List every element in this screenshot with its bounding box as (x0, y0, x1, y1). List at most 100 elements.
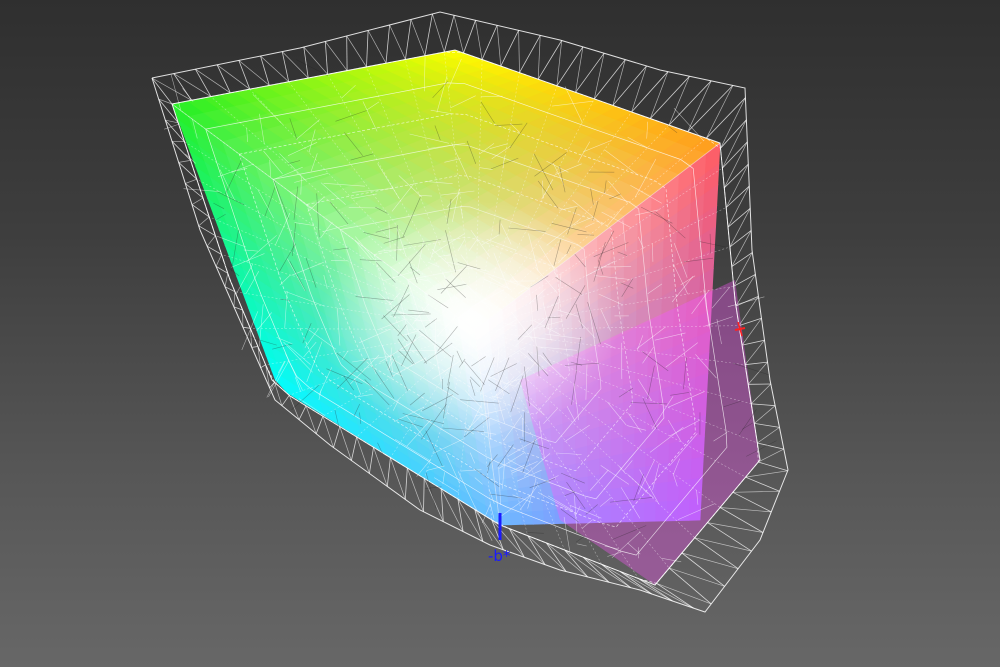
wire-segment (233, 291, 236, 307)
wire-segment (725, 185, 750, 208)
mesh-edge (296, 59, 329, 77)
wire-segment (191, 204, 210, 218)
wire-segment (738, 317, 762, 326)
wire-segment (260, 364, 266, 369)
wire-segment (694, 537, 739, 570)
wire-segment (723, 141, 748, 188)
wire-segment (751, 403, 776, 407)
wire-segment (729, 230, 752, 248)
wire-segment (185, 178, 197, 184)
wire-segment (754, 423, 780, 428)
wire-segment (178, 160, 191, 163)
wire-segment (649, 71, 669, 119)
wire-segment (727, 186, 750, 228)
wire-segment (727, 207, 751, 228)
wire-segment (694, 537, 752, 552)
wire-segment (638, 578, 694, 609)
wire-segment (745, 476, 780, 492)
wire-segment (496, 25, 502, 67)
wire-segment (281, 51, 290, 82)
wire-segment (650, 76, 690, 119)
minus-b-axis-label: -b* (488, 547, 511, 565)
wire-segment (405, 19, 412, 60)
white-point-glow (320, 200, 620, 440)
wire-segment (367, 30, 387, 64)
wire-segment (556, 46, 584, 87)
wire-segment (706, 97, 746, 139)
wire-segment (325, 41, 348, 71)
wire-segment (366, 30, 369, 67)
wire-segment (519, 35, 541, 73)
wire-segment (324, 41, 328, 75)
wire-segment (423, 478, 425, 512)
wire-segment (386, 457, 391, 487)
wire-segment (706, 85, 734, 139)
wire-segment (191, 197, 204, 205)
wire-segment (351, 436, 358, 461)
gamut-3d-viewport[interactable]: -b* (0, 0, 1000, 667)
wire-segment (389, 24, 406, 60)
wire-segment (687, 80, 712, 132)
wire-segment (669, 567, 725, 587)
wire-segment (668, 80, 712, 126)
wire-segment (518, 30, 520, 73)
wire-segment (735, 274, 756, 307)
wire-segment (385, 24, 390, 64)
wire-segment (424, 13, 433, 56)
wire-segment (656, 582, 694, 609)
wire-segment (668, 76, 690, 126)
wire-segment (687, 85, 734, 132)
wire-segment (453, 15, 464, 54)
wire-segment (298, 405, 307, 420)
wire-segment (724, 163, 749, 189)
wire-segment (527, 535, 567, 572)
wire-segment (681, 552, 739, 570)
wire-segment (681, 552, 725, 587)
wire-segment (745, 361, 768, 366)
mesh-edge (576, 543, 587, 547)
wire-segment (725, 163, 749, 208)
wire-segment (537, 35, 541, 80)
wire-segment (564, 549, 610, 583)
wire-segment (729, 208, 751, 248)
wire-segment (575, 46, 584, 93)
wire-segment (215, 254, 222, 267)
wire-segment (481, 25, 498, 60)
wire-segment (251, 346, 258, 348)
wire-segment (404, 467, 408, 500)
wire-segment (198, 216, 210, 227)
wire-segment (224, 273, 229, 287)
gamut-plot: -b* (151, 11, 789, 613)
wire-segment (758, 448, 784, 463)
gamut-surface (172, 50, 760, 585)
wire-segment (731, 252, 753, 267)
wire-segment (346, 35, 367, 68)
wire-segment (315, 416, 324, 434)
wire-segment (242, 326, 251, 329)
wire-segment (656, 582, 712, 605)
wire-segment (720, 97, 746, 149)
wire-segment (432, 13, 445, 53)
mesh-edge (575, 535, 585, 543)
wire-segment (500, 30, 519, 67)
wire-segment (593, 59, 626, 100)
wire-segment (195, 69, 212, 97)
wire-segment (443, 15, 455, 53)
wire-segment (631, 65, 647, 113)
wire-segment (369, 447, 374, 474)
wire-segment (750, 383, 772, 405)
wire-segment (758, 461, 788, 472)
wire-segment (333, 426, 341, 448)
mesh-edge (182, 88, 194, 102)
wire-segment (322, 416, 334, 448)
wire-segment (720, 119, 747, 149)
wire-segment (475, 20, 483, 60)
wire-segment (722, 119, 747, 169)
wire-segment (410, 19, 426, 56)
wire-segment (206, 235, 216, 247)
wire-segment (754, 405, 776, 424)
wire-segment (732, 490, 780, 493)
mesh-edge (526, 532, 544, 534)
wire-segment (745, 470, 788, 478)
wire-segment (741, 318, 762, 346)
